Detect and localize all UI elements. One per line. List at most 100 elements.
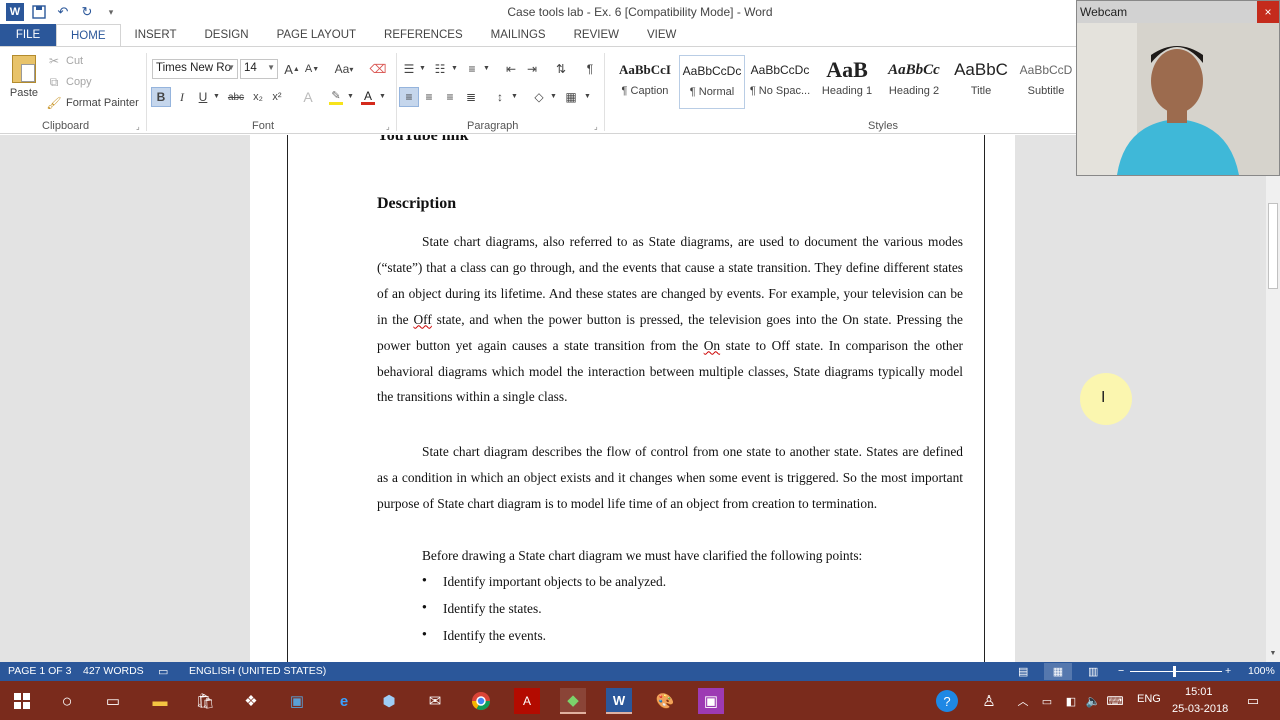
grow-font-button[interactable]: A ▲ xyxy=(282,59,302,79)
file-explorer-icon[interactable]: ▬ xyxy=(147,688,173,714)
chrome-icon[interactable] xyxy=(468,688,494,714)
line-spacing-icon[interactable]: ↕ xyxy=(490,87,510,107)
style-normal[interactable]: AaBbCcDc ¶ Normal xyxy=(679,55,745,109)
copy-button[interactable]: ⧉ Copy xyxy=(46,73,92,91)
text-effects-button[interactable]: A xyxy=(298,87,318,107)
chevron-down-icon[interactable]: ▼ xyxy=(550,93,557,100)
shrink-font-button[interactable]: A ▼ xyxy=(302,59,322,79)
increase-indent-icon[interactable]: ⇥ xyxy=(522,59,542,79)
task-view-icon[interactable]: ▭ xyxy=(100,688,126,714)
change-case-button[interactable]: Aa ▾ xyxy=(330,59,358,79)
scroll-down-icon[interactable]: ▼ xyxy=(1266,650,1280,662)
windows-start-icon[interactable] xyxy=(9,688,35,714)
align-right-icon[interactable]: ≡ xyxy=(440,87,460,107)
numbering-icon[interactable]: ☷ xyxy=(430,59,450,79)
proofing-icon[interactable]: ▭ xyxy=(158,665,168,678)
superscript-button[interactable]: x² xyxy=(267,87,287,107)
help-icon[interactable]: ? xyxy=(936,690,958,712)
zoom-slider-thumb[interactable] xyxy=(1173,666,1176,677)
bullets-icon[interactable]: ☰ xyxy=(399,59,419,79)
document-canvas[interactable]: YouTube link Description State chart dia… xyxy=(0,135,1266,662)
tab-insert[interactable]: INSERT xyxy=(121,24,191,46)
zoom-in-button[interactable]: + xyxy=(1225,665,1231,677)
chevron-down-icon[interactable]: ▼ xyxy=(483,65,490,72)
uml-tool-icon[interactable]: ◆ xyxy=(560,688,586,714)
tab-home[interactable]: HOME xyxy=(56,24,121,46)
mail-icon[interactable]: ✉ xyxy=(422,688,448,714)
style-no-spacing[interactable]: AaBbCcDc ¶ No Spac... xyxy=(747,55,813,109)
style-caption[interactable]: AaBbCcI ¶ Caption xyxy=(612,55,678,109)
tab-view[interactable]: VIEW xyxy=(633,24,690,46)
dialog-launcher-icon[interactable]: ⌟ xyxy=(386,122,390,131)
scrollbar-thumb[interactable] xyxy=(1268,203,1278,289)
clock-date[interactable]: 25-03-2018 xyxy=(1172,703,1228,715)
multilevel-list-icon[interactable]: ≡ xyxy=(462,59,482,79)
dropbox-icon[interactable]: ❖ xyxy=(238,688,264,714)
shading-icon[interactable]: ◇ xyxy=(529,87,549,107)
dev-tool-icon[interactable]: ▣ xyxy=(284,688,310,714)
bold-button[interactable]: B xyxy=(151,87,171,107)
page-count[interactable]: PAGE 1 OF 3 xyxy=(8,665,71,677)
style-title[interactable]: AaBbC Title xyxy=(948,55,1014,109)
tab-mailings[interactable]: MAILINGS xyxy=(477,24,560,46)
spelling-error[interactable]: On xyxy=(704,338,720,353)
chevron-down-icon[interactable]: ▼ xyxy=(584,93,591,100)
paint-icon[interactable]: 🎨 xyxy=(652,688,678,714)
show-marks-icon[interactable]: ¶ xyxy=(580,59,600,79)
highlight-color-button[interactable]: ✎ xyxy=(326,87,346,107)
style-subtitle[interactable]: AaBbCcD Subtitle xyxy=(1016,55,1076,109)
chevron-up-icon[interactable]: ︿ xyxy=(1010,688,1036,714)
style-heading-2[interactable]: AaBbCc Heading 2 xyxy=(881,55,947,109)
tab-page-layout[interactable]: PAGE LAYOUT xyxy=(263,24,370,46)
zoom-slider[interactable] xyxy=(1130,671,1222,672)
cube-app-icon[interactable]: ⬢ xyxy=(376,688,402,714)
dialog-launcher-icon[interactable]: ⌟ xyxy=(136,122,140,131)
word-count[interactable]: 427 WORDS xyxy=(83,665,144,677)
input-language[interactable]: ENG xyxy=(1137,693,1161,705)
tab-review[interactable]: REVIEW xyxy=(560,24,633,46)
recorder-icon[interactable]: ▣ xyxy=(698,688,724,714)
strikethrough-button[interactable]: abc xyxy=(225,87,247,107)
zoom-level[interactable]: 100% xyxy=(1248,665,1275,677)
chevron-down-icon[interactable]: ▼ xyxy=(511,93,518,100)
word-taskbar-icon[interactable]: W xyxy=(606,688,632,714)
vertical-scrollbar[interactable]: ▲ ▼ xyxy=(1266,135,1280,662)
edge-browser-icon[interactable]: e xyxy=(331,688,357,714)
decrease-indent-icon[interactable]: ⇤ xyxy=(501,59,521,79)
print-layout-icon[interactable]: ▦ xyxy=(1044,663,1072,680)
font-size-select[interactable]: 14 ▼ xyxy=(240,59,278,79)
italic-button[interactable]: I xyxy=(172,87,192,107)
chevron-down-icon[interactable]: ▼ xyxy=(213,93,220,100)
tab-design[interactable]: DESIGN xyxy=(190,24,262,46)
people-icon[interactable]: ♙ xyxy=(976,688,1002,714)
spelling-error[interactable]: Off xyxy=(413,312,431,327)
align-left-icon[interactable]: ≡ xyxy=(399,87,419,107)
align-center-icon[interactable]: ≡ xyxy=(419,87,439,107)
battery-icon[interactable]: ▭ xyxy=(1034,688,1060,714)
chevron-down-icon[interactable]: ▼ xyxy=(379,93,386,100)
justify-icon[interactable]: ≣ xyxy=(461,87,481,107)
paste-button[interactable]: Paste xyxy=(6,53,42,115)
zoom-out-button[interactable]: − xyxy=(1118,665,1124,677)
chevron-down-icon[interactable]: ▼ xyxy=(419,65,426,72)
borders-icon[interactable]: ▦ xyxy=(561,87,581,107)
underline-button[interactable]: U xyxy=(193,87,213,107)
font-name-select[interactable]: Times New Ro ▼ xyxy=(152,59,238,79)
chevron-down-icon[interactable]: ▼ xyxy=(451,65,458,72)
tab-file[interactable]: FILE xyxy=(0,24,56,46)
cortana-icon[interactable]: ○ xyxy=(54,688,80,714)
tab-references[interactable]: REFERENCES xyxy=(370,24,477,46)
language-indicator[interactable]: ENGLISH (UNITED STATES) xyxy=(189,665,326,677)
font-color-button[interactable]: A xyxy=(358,87,378,107)
clock-time[interactable]: 15:01 xyxy=(1185,686,1213,698)
cut-button[interactable]: ✂ Cut xyxy=(46,52,83,70)
format-painter-button[interactable]: 🖌 Format Painter xyxy=(46,94,138,112)
web-layout-icon[interactable]: ▥ xyxy=(1088,665,1098,678)
notifications-icon[interactable]: ▭ xyxy=(1240,688,1266,714)
sort-icon[interactable]: ⇅ xyxy=(551,59,571,79)
style-heading-1[interactable]: AaB Heading 1 xyxy=(814,55,880,109)
keyboard-icon[interactable]: ⌨ xyxy=(1102,688,1128,714)
clear-formatting-icon[interactable]: ⌫ xyxy=(368,59,388,79)
close-icon[interactable]: × xyxy=(1257,1,1279,23)
read-mode-icon[interactable]: ▤ xyxy=(1018,665,1028,678)
